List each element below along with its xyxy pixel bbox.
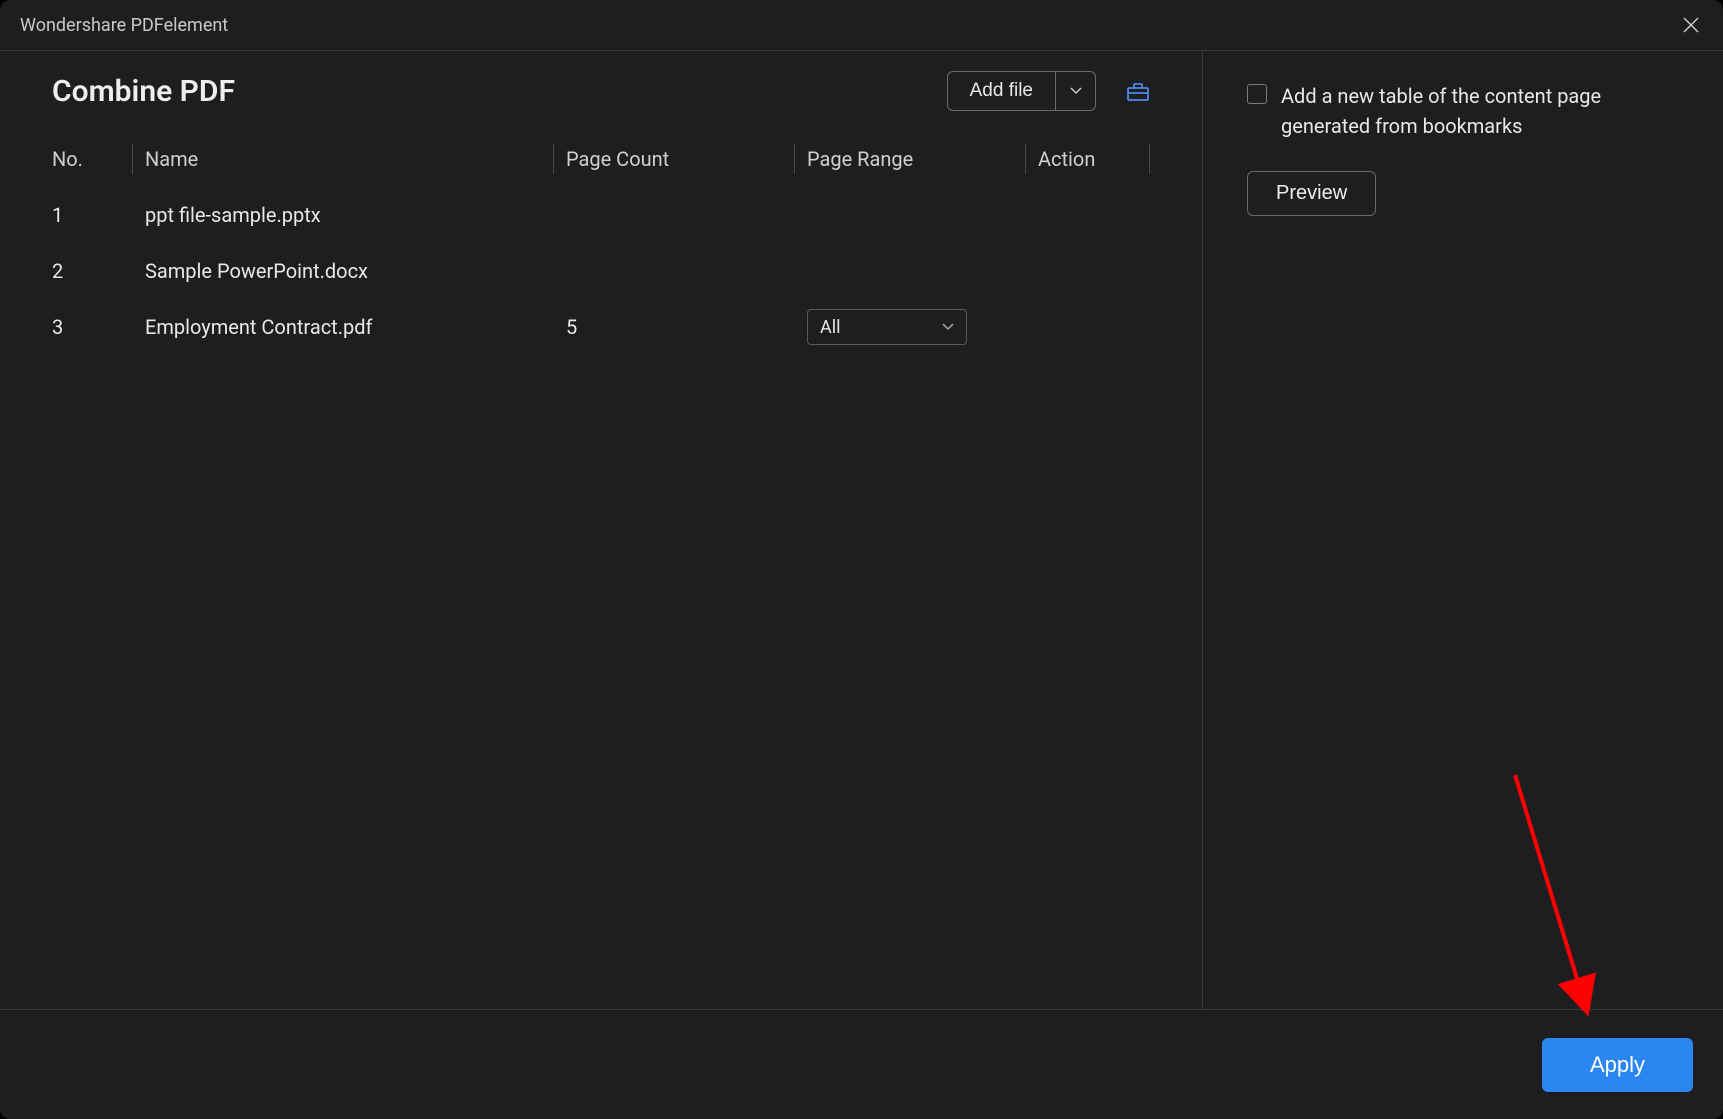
- table-header: No. Name Page Count Page Range Action: [52, 131, 1150, 187]
- col-name-header: Name: [133, 147, 553, 171]
- row-no: 2: [52, 259, 132, 283]
- row-name: Sample PowerPoint.docx: [133, 259, 553, 283]
- main-panel: Combine PDF Add file: [0, 51, 1203, 1009]
- row-no: 1: [52, 203, 132, 227]
- row-no: 3: [52, 315, 132, 339]
- toc-checkbox[interactable]: [1247, 84, 1267, 104]
- col-pagecount-header: Page Count: [554, 147, 794, 171]
- toc-checkbox-label: Add a new table of the content page gene…: [1281, 81, 1679, 141]
- toolbox-icon: [1126, 79, 1150, 103]
- close-button[interactable]: [1679, 13, 1703, 37]
- preview-button[interactable]: Preview: [1247, 171, 1376, 216]
- row-pagerange: All: [795, 309, 1025, 345]
- add-file-button[interactable]: Add file: [947, 71, 1056, 111]
- add-file-group: Add file: [947, 71, 1096, 111]
- chevron-down-icon: [942, 323, 954, 331]
- toc-checkbox-row: Add a new table of the content page gene…: [1247, 81, 1679, 141]
- titlebar: Wondershare PDFelement: [0, 0, 1723, 51]
- table-row[interactable]: 3 Employment Contract.pdf 5 All: [52, 299, 1150, 355]
- row-name: Employment Contract.pdf: [133, 315, 553, 339]
- col-pagerange-header: Page Range: [795, 147, 1025, 171]
- row-pagecount: 5: [554, 315, 794, 339]
- apply-button[interactable]: Apply: [1542, 1038, 1693, 1092]
- add-file-dropdown[interactable]: [1056, 71, 1096, 111]
- page-range-value: All: [820, 317, 841, 338]
- footer: Apply: [0, 1009, 1723, 1119]
- chevron-down-icon: [1070, 87, 1082, 95]
- col-no-header: No.: [52, 147, 132, 171]
- file-table: No. Name Page Count Page Range Action 1 …: [0, 131, 1202, 1009]
- divider: [1149, 144, 1150, 174]
- col-action-header: Action: [1026, 147, 1149, 171]
- side-panel: Add a new table of the content page gene…: [1203, 51, 1723, 1009]
- row-name: ppt file-sample.pptx: [133, 203, 553, 227]
- table-row[interactable]: 2 Sample PowerPoint.docx: [52, 243, 1150, 299]
- page-title: Combine PDF: [52, 74, 235, 109]
- toolbox-button[interactable]: [1126, 79, 1150, 103]
- table-row[interactable]: 1 ppt file-sample.pptx: [52, 187, 1150, 243]
- close-icon: [1683, 17, 1699, 33]
- page-range-select[interactable]: All: [807, 309, 967, 345]
- app-title: Wondershare PDFelement: [20, 15, 228, 36]
